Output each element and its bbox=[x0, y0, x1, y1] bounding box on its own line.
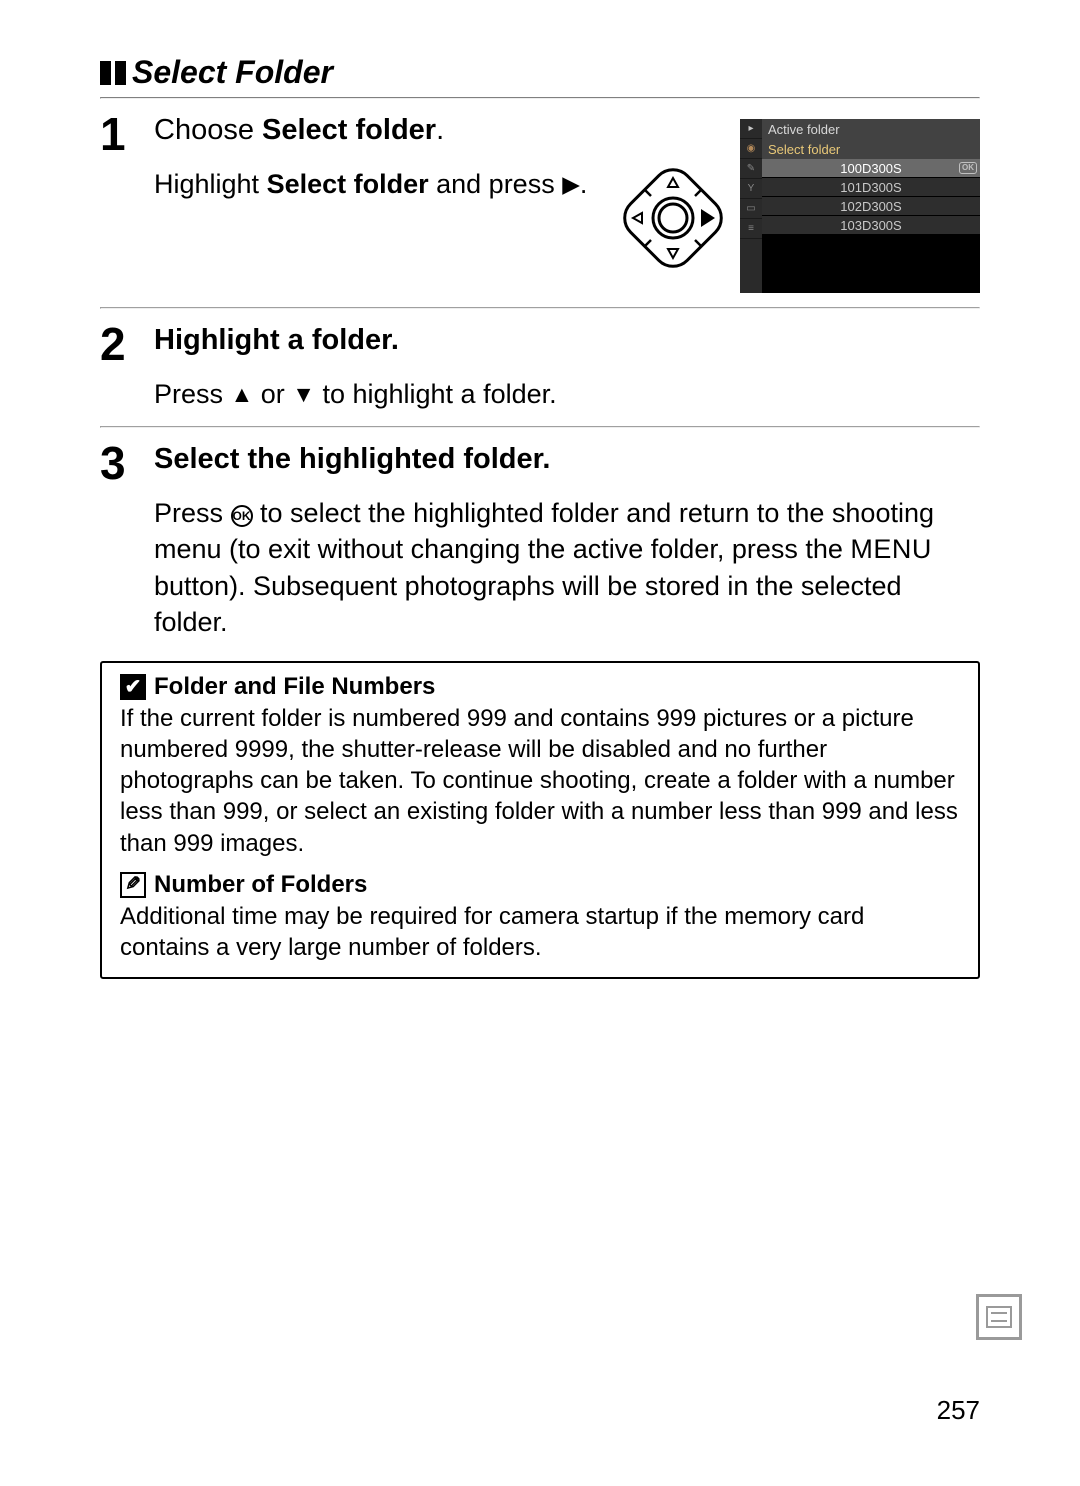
lcd-row: 100D300S OK bbox=[762, 159, 980, 178]
note-2-heading: ✎ Number of Folders bbox=[120, 871, 960, 899]
step-3-body: Press OK to select the highlighted folde… bbox=[154, 495, 980, 641]
section-title: Select Folder bbox=[100, 54, 980, 91]
note-2-body: Additional time may be required for came… bbox=[120, 901, 960, 963]
lcd-preview: ▸ ◉ ✎ Y ▭ ≡ Active folder Select folder … bbox=[740, 119, 980, 293]
step-2-heading: Highlight a folder. bbox=[154, 323, 980, 358]
title-bars-icon bbox=[100, 61, 126, 85]
camera-icon: ◉ bbox=[740, 139, 762, 159]
lcd-subtitle: Select folder bbox=[762, 139, 980, 159]
caution-check-icon: ✔ bbox=[120, 674, 146, 700]
step-1-heading: Choose Select folder. bbox=[154, 113, 606, 148]
ok-badge: OK bbox=[959, 162, 977, 174]
notes-box: ✔ Folder and File Numbers If the current… bbox=[100, 661, 980, 979]
setup-icon: ▭ bbox=[740, 199, 762, 219]
note-pencil-icon: ✎ bbox=[120, 872, 146, 898]
note-2-title: Number of Folders bbox=[154, 871, 367, 899]
lcd-row: 102D300S bbox=[762, 197, 980, 216]
note-1-title: Folder and File Numbers bbox=[154, 673, 435, 701]
step-3-heading: Select the highlighted folder. bbox=[154, 442, 980, 477]
lcd-row: 103D300S bbox=[762, 216, 980, 235]
page-number: 257 bbox=[937, 1395, 980, 1426]
step-2: 2 Highlight a folder. Press ▲ or ▼ to hi… bbox=[100, 309, 980, 426]
play-icon: ▸ bbox=[740, 119, 762, 139]
step-number: 2 bbox=[100, 319, 154, 412]
step-1: 1 Choose Select folder. Highlight Select… bbox=[100, 99, 980, 307]
note-1-heading: ✔ Folder and File Numbers bbox=[120, 673, 960, 701]
note-1-body: If the current folder is numbered 999 an… bbox=[120, 703, 960, 859]
down-arrow-icon: ▼ bbox=[292, 381, 315, 407]
menu-label: MENU bbox=[850, 534, 932, 564]
step-number: 1 bbox=[100, 109, 154, 293]
lcd-title: Active folder bbox=[762, 119, 980, 139]
multi-selector-icon bbox=[618, 163, 728, 273]
step-3: 3 Select the highlighted folder. Press O… bbox=[100, 428, 980, 655]
side-menu-icon bbox=[976, 1294, 1022, 1340]
step-number: 3 bbox=[100, 438, 154, 641]
retouch-icon: Y bbox=[740, 179, 762, 199]
lcd-row: 101D300S bbox=[762, 178, 980, 197]
ok-button-icon: OK bbox=[231, 505, 253, 527]
pencil-icon: ✎ bbox=[740, 159, 762, 179]
right-arrow-icon: ▶ bbox=[562, 171, 580, 197]
step-2-body: Press ▲ or ▼ to highlight a folder. bbox=[154, 376, 980, 412]
recent-icon: ≡ bbox=[740, 219, 762, 239]
section-title-text: Select Folder bbox=[132, 54, 333, 91]
step-1-body: Highlight Select folder and press ▶. bbox=[154, 166, 606, 202]
up-arrow-icon: ▲ bbox=[231, 381, 254, 407]
